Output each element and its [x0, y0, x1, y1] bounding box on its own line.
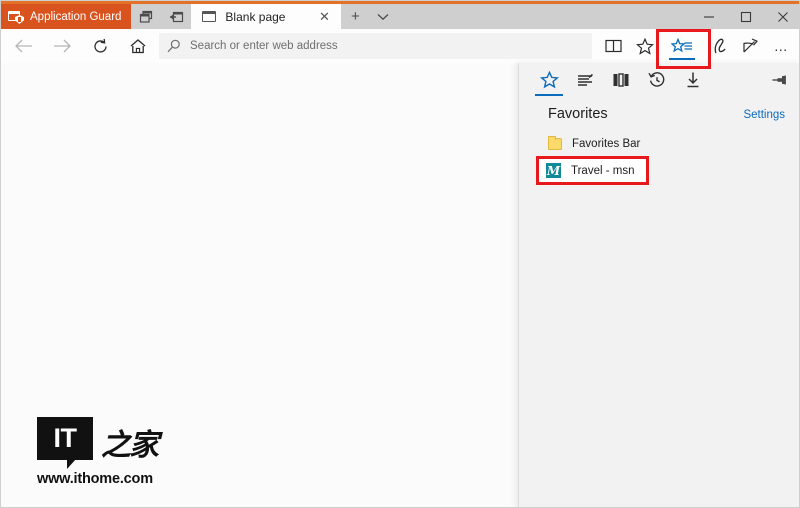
window-controls — [690, 4, 799, 29]
hub-active-indicator — [669, 57, 695, 60]
new-tab-button[interactable]: + — [341, 4, 369, 29]
home-icon — [130, 38, 146, 53]
watermark-cn-text: 之家 — [101, 427, 159, 463]
forward-arrow-icon — [54, 39, 71, 53]
downloads-arrow-icon — [687, 72, 699, 88]
add-to-favorites-button[interactable] — [629, 30, 660, 62]
watermark-it-badge: IT — [37, 417, 93, 469]
close-icon — [777, 11, 788, 22]
hub-header: Favorites Settings — [519, 97, 799, 122]
favorites-bar-folder-row[interactable]: Favorites Bar — [519, 132, 799, 156]
favorites-star-icon — [539, 71, 559, 89]
open-in-new-window-glyph — [169, 11, 184, 22]
hub-panel-title: Favorites — [548, 106, 608, 122]
close-button[interactable] — [764, 4, 799, 29]
browser-toolbar: Search or enter web address … — [1, 29, 799, 63]
more-dots-icon: … — [773, 38, 790, 54]
hub-tab-strip — [519, 63, 799, 97]
application-guard-shield-icon — [8, 10, 24, 24]
make-a-note-icon — [714, 38, 726, 54]
history-clock-icon — [648, 72, 665, 87]
share-icon — [742, 38, 758, 53]
reading-list-icon — [577, 73, 593, 86]
minimize-icon — [703, 15, 714, 18]
address-input[interactable]: Search or enter web address — [190, 40, 338, 52]
tab-blank-page[interactable]: Blank page ✕ — [191, 4, 342, 29]
share-button[interactable] — [735, 30, 766, 62]
titlebar-spacer — [397, 4, 690, 29]
hub-tab-books[interactable] — [603, 63, 639, 97]
restore-windows-glyph — [140, 10, 153, 23]
make-a-note-button[interactable] — [704, 30, 735, 62]
msn-favicon-highlighted: M — [546, 163, 561, 178]
hub-tab-active-indicator — [535, 93, 563, 96]
tab-title: Blank page — [225, 9, 286, 24]
back-button[interactable] — [5, 30, 43, 62]
address-bar[interactable]: Search or enter web address — [159, 33, 592, 59]
hub-tab-reading-list[interactable] — [567, 63, 603, 97]
open-in-new-window-icon[interactable] — [161, 4, 191, 29]
chevron-down-glyph — [377, 13, 389, 20]
hub-panel: Favorites Settings Favorites Bar M Trave… — [518, 63, 799, 507]
watermark-url: www.ithome.com — [37, 471, 153, 487]
restore-windows-icon[interactable] — [131, 4, 161, 29]
minimize-button[interactable] — [690, 4, 727, 29]
maximize-button[interactable] — [727, 4, 764, 29]
books-icon — [613, 73, 629, 87]
reading-view-button[interactable] — [598, 30, 629, 62]
settings-and-more-button[interactable]: … — [766, 30, 797, 62]
edge-application-guard-window: Application Guard Blank page ✕ + Search … — [0, 0, 800, 508]
hub-favorites-icon — [671, 37, 692, 52]
application-guard-label: Application Guard — [30, 10, 122, 23]
hub-tab-history[interactable] — [639, 63, 675, 97]
hub-settings-link[interactable]: Settings — [743, 109, 785, 121]
favorites-bar-label: Favorites Bar — [572, 138, 641, 150]
ithome-watermark: IT 之家 www.ithome.com — [37, 417, 187, 487]
home-button[interactable] — [119, 30, 157, 62]
page-content-area: IT 之家 www.ithome.com — [1, 63, 518, 507]
search-icon — [167, 39, 180, 53]
hub-button[interactable] — [660, 29, 704, 63]
folder-icon — [548, 136, 562, 150]
maximize-icon — [740, 11, 751, 22]
pin-icon — [772, 75, 786, 85]
application-guard-badge[interactable]: Application Guard — [1, 4, 132, 29]
reading-view-icon — [605, 39, 622, 53]
watermark-logo-row: IT 之家 — [37, 417, 187, 469]
titlebar: Application Guard Blank page ✕ + — [1, 1, 799, 29]
refresh-button[interactable] — [81, 30, 119, 62]
toolbar-right-actions: … — [598, 29, 797, 63]
bookmark-label-highlighted: Travel - msn — [571, 164, 635, 177]
hub-tab-favorites[interactable] — [531, 63, 567, 97]
travel-msn-highlight-content[interactable]: M Travel - msn — [539, 159, 646, 182]
watermark-it-text: IT — [53, 423, 78, 453]
chevron-down-icon[interactable] — [369, 4, 397, 29]
pin-hub-button[interactable] — [765, 65, 795, 95]
tabstrip: Blank page ✕ + — [191, 4, 397, 29]
hub-tab-downloads[interactable] — [675, 63, 711, 97]
forward-button[interactable] — [43, 30, 81, 62]
back-arrow-icon — [15, 39, 32, 53]
favorite-star-icon — [635, 37, 654, 55]
blank-page-icon — [202, 10, 217, 23]
close-tab-icon[interactable]: ✕ — [315, 8, 333, 26]
refresh-icon — [93, 38, 107, 53]
